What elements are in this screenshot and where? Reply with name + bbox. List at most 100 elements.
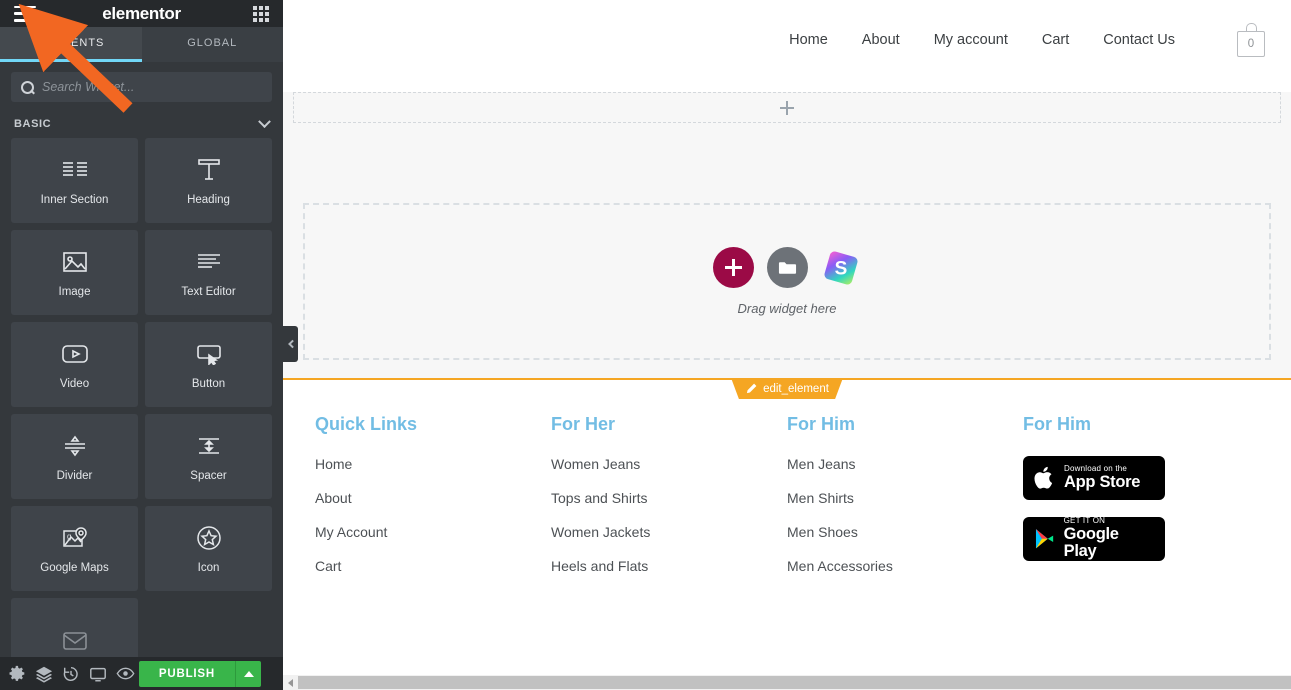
add-new-section-strip[interactable] [293,92,1281,123]
search-input[interactable] [42,80,262,94]
footer-link[interactable]: My Account [315,524,551,540]
pencil-icon [746,383,757,393]
widget-label: Video [59,378,90,390]
publish-group: PUBLISH [138,660,261,687]
footer-link[interactable]: Tops and Shirts [551,490,787,506]
footer-link[interactable]: Women Jeans [551,456,787,472]
badge-text: Download on the App Store [1064,464,1140,491]
badge-text: GET IT ON Google Play [1064,517,1154,560]
footer-link[interactable]: Women Jackets [551,524,787,540]
footer-link[interactable]: Men Shoes [787,524,1023,540]
footer-link[interactable]: Home [315,456,551,472]
site-header: Home About My account Cart Contact Us 0 [283,0,1291,80]
footer-link[interactable]: Heels and Flats [551,558,787,574]
footer-link[interactable]: Cart [315,558,551,574]
widget-grid: Inner Section Heading Image Text Editor … [0,138,283,657]
site-navigation: Home About My account Cart Contact Us 0 [789,23,1267,57]
svg-text:g: g [67,532,71,541]
widget-label: Button [191,378,226,390]
search-icon [21,80,34,94]
edit-element-label: edit_element [763,382,829,395]
widget-google-maps[interactable]: g Google Maps [11,506,138,591]
svg-text:S: S [835,258,848,279]
widget-label: Icon [197,562,220,574]
app-store-badge[interactable]: Download on the App Store [1023,456,1165,500]
responsive-monitor-icon[interactable] [85,657,112,690]
settings-gear-icon[interactable] [4,657,31,690]
widget-video[interactable]: Video [11,322,138,407]
nav-link-contact-us[interactable]: Contact Us [1103,32,1175,48]
badge-big-text: Google Play [1063,524,1119,561]
footer-link[interactable]: Men Accessories [787,558,1023,574]
widget-category-basic[interactable]: BASIC [0,108,283,138]
widget-label: Image [58,286,91,298]
edit-element-tag[interactable]: edit_element [731,378,843,399]
horizontal-scrollbar[interactable] [283,675,1291,690]
bag-body: 0 [1237,31,1265,57]
nav-link-home[interactable]: Home [789,32,828,48]
envelope-icon [60,626,90,656]
section-highlight-border: edit_element [283,378,1291,399]
widget-button[interactable]: Button [145,322,272,407]
nav-link-my-account[interactable]: My account [934,32,1008,48]
stratum-s-logo-icon[interactable]: S [821,247,862,288]
apple-logo-icon [1034,466,1053,489]
footer-column-app-badges: For Him Download on the App Store GET IT… [1023,414,1259,592]
widget-label: Inner Section [40,194,109,206]
nav-link-about[interactable]: About [862,32,900,48]
preview-eye-icon[interactable] [112,657,139,690]
footer-heading: For Him [1023,414,1092,434]
footer-link[interactable]: Men Jeans [787,456,1023,472]
image-icon [60,247,90,277]
panel-collapse-handle[interactable] [283,326,298,362]
widget-divider[interactable]: Divider [11,414,138,499]
widget-label: Heading [187,194,230,206]
footer-link[interactable]: Men Shirts [787,490,1023,506]
editable-section-area: S Drag widget here [283,92,1291,378]
publish-options-button[interactable] [235,660,261,687]
widget-inner-section[interactable]: Inner Section [11,138,138,223]
star-circle-icon [194,523,224,553]
footer-column-for-him-links: For Him Men Jeans Men Shirts Men Shoes M… [787,414,1023,592]
footer-column-for-her: For Her Women Jeans Tops and Shirts Wome… [551,414,787,592]
widget-text-editor[interactable]: Text Editor [145,230,272,315]
chevron-left-icon [287,339,297,349]
scroll-left-button[interactable] [283,675,298,690]
category-label: BASIC [14,118,52,130]
widget-label: Text Editor [181,286,236,298]
tab-global[interactable]: GLOBAL [141,27,283,62]
widget-drop-zone[interactable]: S Drag widget here [303,203,1271,360]
widget-spacer[interactable]: Spacer [145,414,272,499]
drop-zone-buttons: S [712,247,862,288]
grid-dots-icon[interactable] [253,5,269,22]
widget-heading[interactable]: Heading [145,138,272,223]
video-play-icon [60,339,90,369]
navigator-layers-icon[interactable] [31,657,58,690]
widget-image[interactable]: Image [11,230,138,315]
history-clock-icon[interactable] [58,657,85,690]
map-pin-icon: g [60,523,90,553]
columns-icon [60,155,90,185]
scrollbar-thumb[interactable] [298,676,1291,689]
widget-label: Google Maps [40,562,109,574]
spacer-icon [194,431,224,461]
template-folder-button[interactable] [766,247,808,288]
hamburger-icon[interactable] [14,5,36,22]
search-box[interactable] [11,72,272,102]
widget-icon[interactable]: Icon [145,506,272,591]
triangle-left-icon [288,678,293,687]
google-play-badge[interactable]: GET IT ON Google Play [1023,517,1165,561]
panel-bottom-toolbar: PUBLISH [0,657,283,690]
publish-button[interactable]: PUBLISH [138,660,235,687]
text-lines-icon [194,247,224,277]
button-cursor-icon [194,339,224,369]
nav-link-cart[interactable]: Cart [1042,32,1069,48]
elementor-logo-text: elementor [102,3,181,23]
widget-label: Divider [56,470,93,482]
add-widget-button[interactable] [712,247,754,288]
divider-icon [60,431,90,461]
footer-link[interactable]: About [315,490,551,506]
widget-partial-next[interactable] [11,598,138,657]
shopping-bag-icon[interactable]: 0 [1237,23,1267,57]
tab-elements[interactable]: ELEMENTS [0,27,142,62]
